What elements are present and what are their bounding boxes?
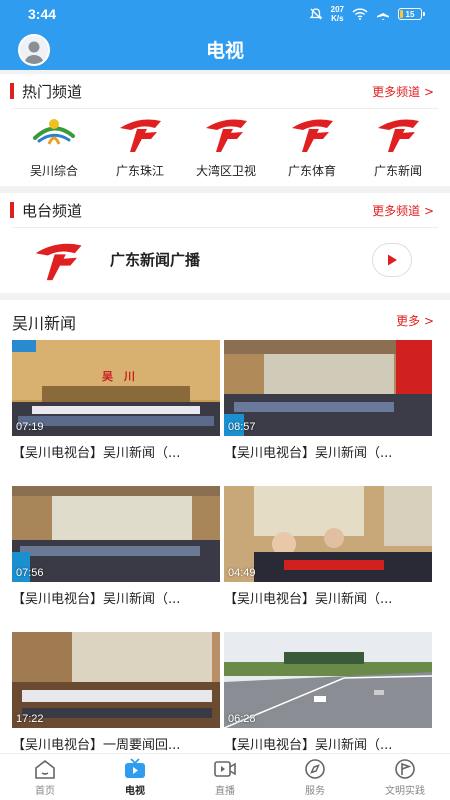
airplane-icon (377, 8, 389, 20)
radio-station-item[interactable]: 广东新闻广播 (0, 229, 450, 291)
channel-item-news[interactable]: 广东新闻 (355, 114, 441, 184)
play-icon (388, 254, 397, 266)
channel-name: 广东珠江 (115, 164, 164, 178)
channel-name: 广东体育 (287, 164, 336, 178)
channel-name: 广东新闻 (373, 164, 422, 178)
video-thumbnail: 08:57 (224, 340, 432, 436)
divider (12, 108, 438, 109)
radio-more-link[interactable]: 更多频道 > (372, 202, 434, 219)
radio-section: 电台频道 更多频道 > 广东新闻广播 (0, 193, 450, 293)
hot-channels-header: 热门频道 更多频道 > (0, 74, 450, 108)
page-title: 电视 (205, 40, 244, 62)
video-thumbnail: 17:22 (12, 632, 220, 728)
channel-item-greater-bay[interactable]: 大湾区卫视 (183, 114, 269, 184)
video-thumbnail: 07:56 (12, 486, 220, 582)
gdtv-logo-icon (292, 119, 333, 152)
net-speed-unit: K/s (331, 14, 344, 23)
video-caption: 【吴川电视台】吴川新闻（... (12, 446, 181, 461)
compass-icon (305, 759, 325, 779)
tab-home[interactable]: 首页 (0, 754, 90, 800)
news-item[interactable]: 吴 川 07:19 【吴川电视台】吴川新闻（... (12, 340, 220, 461)
section-marker (10, 202, 14, 218)
tab-live[interactable]: 直播 (180, 754, 270, 800)
tab-label: 文明实践 (385, 786, 425, 797)
video-duration: 08:57 (228, 421, 256, 433)
news-item[interactable]: 07:56 【吴川电视台】吴川新闻（... (12, 486, 220, 607)
news-more-link[interactable]: 更多 > (396, 312, 434, 329)
radio-header: 电台频道 更多频道 > (0, 193, 450, 227)
play-button[interactable] (372, 243, 412, 277)
net-speed-value: 207 (330, 5, 344, 14)
video-duration: 07:56 (16, 567, 44, 579)
bottom-tab-bar: 首页 电视 直播 服务 文明实践 (0, 753, 450, 800)
tv-icon (125, 758, 145, 778)
video-thumbnail: 06:28 (224, 632, 432, 728)
channel-item-sports[interactable]: 广东体育 (269, 114, 355, 184)
home-icon (35, 759, 55, 779)
video-caption: 【吴川电视台】一周要闻回... (12, 738, 181, 753)
hot-channels-section: 热门频道 更多频道 > 吴川综合 广东珠江 大湾区卫视 广东体育 广东新闻 (0, 74, 450, 186)
news-item[interactable]: 06:28 【吴川电视台】吴川新闻（... (224, 632, 432, 753)
tab-label: 首页 (35, 786, 55, 797)
channel-item-zhujiang[interactable]: 广东珠江 (97, 114, 183, 184)
hot-channels-more-link[interactable]: 更多频道 > (372, 83, 434, 100)
tab-label: 电视 (125, 786, 145, 797)
wifi-icon (352, 8, 368, 20)
battery-icon: 15 (398, 8, 425, 20)
tab-civilization-practice[interactable]: 文明实践 (360, 754, 450, 800)
mute-icon (309, 8, 323, 20)
live-icon (214, 761, 236, 777)
divider (12, 227, 438, 228)
channel-name: 大湾区卫视 (195, 164, 256, 178)
video-banner-text: 吴 川 (102, 370, 135, 383)
video-thumbnail: 04:49 (224, 486, 432, 582)
radio-station-name: 广东新闻广播 (110, 251, 201, 269)
news-item[interactable]: 08:57 【吴川电视台】吴川新闻（... (224, 340, 432, 461)
channel-name: 吴川综合 (29, 164, 78, 178)
news-section-title: 吴川新闻 (12, 314, 77, 333)
video-duration: 17:22 (16, 713, 44, 725)
news-item[interactable]: 04:49 【吴川电视台】吴川新闻（... (224, 486, 432, 607)
tab-service[interactable]: 服务 (270, 754, 360, 800)
gdtv-logo-icon (206, 119, 247, 152)
section-marker (10, 83, 14, 99)
video-duration: 04:49 (228, 567, 256, 579)
app-bar: 电视 (0, 30, 450, 70)
video-caption: 【吴川电视台】吴川新闻（... (224, 446, 393, 461)
status-icons: 207 K/s 15 (309, 5, 425, 23)
video-caption: 【吴川电视台】吴川新闻（... (224, 592, 393, 607)
video-thumbnail: 吴 川 07:19 (12, 340, 220, 436)
flag-icon (395, 759, 415, 779)
gdtv-logo-icon (120, 119, 161, 152)
channel-item-wuchuan[interactable]: 吴川综合 (11, 114, 97, 184)
tab-tv[interactable]: 电视 (90, 754, 180, 800)
video-caption: 【吴川电视台】吴川新闻（... (12, 592, 181, 607)
wuchuan-logo-icon (33, 119, 75, 145)
status-time: 3:44 (28, 6, 57, 22)
video-duration: 07:19 (16, 421, 44, 433)
gdtv-logo-icon (35, 243, 82, 281)
tab-label: 服务 (305, 786, 325, 797)
news-item[interactable]: 17:22 【吴川电视台】一周要闻回... (12, 632, 220, 753)
video-duration: 06:28 (228, 713, 256, 725)
tab-label: 直播 (215, 786, 235, 797)
battery-level: 15 (405, 9, 415, 19)
net-speed: 207 K/s (331, 5, 344, 23)
gdtv-logo-icon (378, 119, 419, 152)
channel-list: 吴川综合 广东珠江 大湾区卫视 广东体育 广东新闻 (0, 114, 450, 184)
news-section: 吴川新闻 更多 > 吴 川 07:19 【吴川电视台】吴川新闻（... 08:5… (0, 300, 450, 753)
video-caption: 【吴川电视台】吴川新闻（... (224, 738, 393, 753)
hot-channels-title: 热门频道 (22, 83, 83, 101)
status-bar: 3:44 207 K/s 15 (0, 0, 450, 30)
radio-title: 电台频道 (22, 202, 83, 220)
